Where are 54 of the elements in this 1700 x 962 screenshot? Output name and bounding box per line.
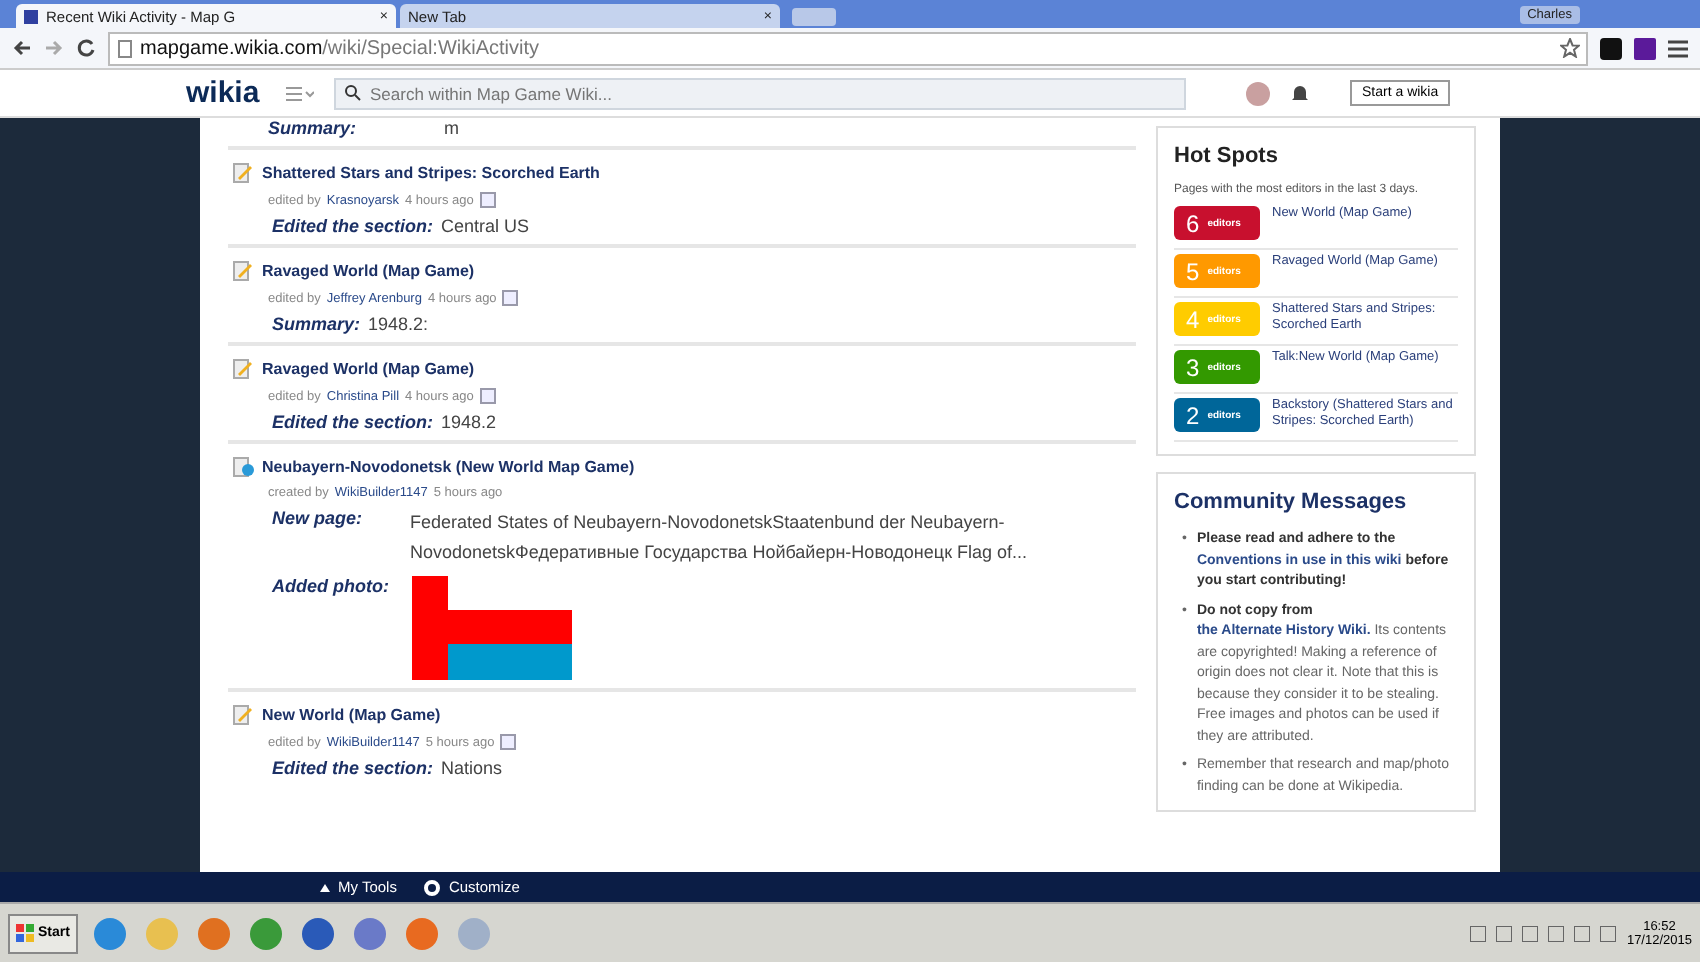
menu-icon[interactable] [1668,39,1688,57]
forward-icon[interactable] [44,38,64,58]
page-title-link[interactable]: Shattered Stars and Stripes: Scorched Earth [262,164,600,182]
card-title: Hot Spots [1174,144,1280,168]
extension-icon[interactable] [1600,37,1622,59]
page-title-link[interactable]: Ravaged World (Map Game) [262,360,475,378]
detail-label: Added photo: [272,576,389,600]
detail-label: Summary: [268,118,357,138]
detail-label: Edited the section: [272,216,434,236]
search-field[interactable]: Search within Map Game Wiki... [370,83,1184,103]
page-excerpt: Federated States of Neubayern-NovodonetskStaatenbund der Neubayern-NovodonetskФедеративные Государства Нойбайерн-Новодонецк Flag of... [410,510,1030,566]
detail-text: Central US [441,216,530,236]
reload-icon[interactable] [76,38,96,58]
diff-icon[interactable] [479,388,496,404]
detail-label: Edited the section: [272,412,434,432]
new-page-icon [232,456,254,478]
taskbar-app-icon[interactable] [89,913,130,953]
detail-text: m [444,118,460,138]
taskbar-app-icon[interactable] [245,913,286,953]
star-icon[interactable] [1560,38,1580,58]
avatar[interactable] [1246,81,1270,105]
detail-text: Nations [441,758,503,778]
taskbar-app-icon[interactable] [349,913,390,953]
taskbar-app-icon[interactable] [193,913,234,953]
extension-icon[interactable] [1634,37,1656,59]
diff-icon[interactable] [500,734,517,750]
back-icon[interactable] [12,38,32,58]
page-title-link[interactable]: Neubayern-Novodonetsk (New World Map Game) [262,458,635,476]
diff-icon[interactable] [502,290,519,306]
diff-icon[interactable] [479,192,496,208]
detail-text: 1948.2: [368,314,429,334]
flag-image[interactable] [412,576,573,680]
pencil-page-icon [232,704,254,726]
page-title-link[interactable]: Ravaged World (Map Game) [262,262,475,280]
windows-logo-icon [16,924,34,942]
address-field[interactable]: mapgame.wikia.com/wiki/Special:WikiActivity [108,31,1588,65]
search-icon [344,84,362,102]
detail-label: New page: [272,508,363,532]
detail-text: 1948.2 [441,412,497,432]
taskbar-app-icon[interactable] [401,913,442,953]
taskbar-app-icon[interactable] [297,913,338,953]
bell-icon[interactable] [1290,83,1310,103]
page-title-link[interactable]: New World (Map Game) [262,706,441,724]
page-icon [118,39,132,57]
wikia-logo[interactable]: wikia [186,76,266,110]
pencil-page-icon [232,162,254,184]
pencil-page-icon [232,260,254,282]
card-title: Community Messages [1174,490,1409,514]
detail-label: Edited the section: [272,758,434,778]
detail-label: Summary: [272,314,361,334]
pencil-page-icon [232,358,254,380]
search-bar[interactable]: Search within Map Game Wiki... [334,77,1186,109]
favicon-icon [24,9,38,23]
caret-icon [320,883,330,891]
